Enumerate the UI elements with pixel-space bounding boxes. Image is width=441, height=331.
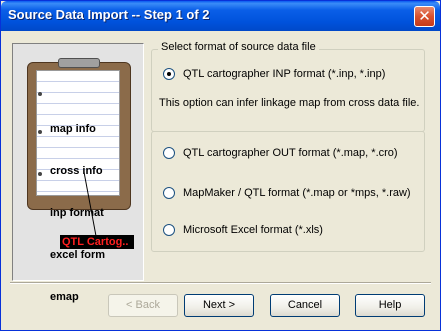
cancel-button[interactable]: Cancel [270, 294, 340, 317]
radio-button[interactable] [163, 187, 175, 199]
format-note: This option can infer linkage map from c… [159, 97, 420, 109]
next-button[interactable]: Next > [184, 294, 254, 317]
format-group-box [151, 49, 425, 132]
radio-option-mapmaker[interactable]: MapMaker / QTL format (*.map or *mps, *.… [163, 187, 411, 199]
back-button[interactable]: < Back [108, 294, 178, 317]
radio-label-excel[interactable]: Microsoft Excel format (*.xls) [183, 224, 323, 236]
format-group-legend: Select format of source data file [158, 41, 319, 53]
radio-button[interactable] [163, 224, 175, 236]
radio-option-inp[interactable]: QTL cartographer INP format (*.inp, *.in… [163, 68, 385, 80]
radio-option-excel[interactable]: Microsoft Excel format (*.xls) [163, 224, 323, 236]
help-button[interactable]: Help [355, 294, 425, 317]
radio-label-mapmaker[interactable]: MapMaker / QTL format (*.map or *mps, *.… [183, 187, 411, 199]
radio-label-out[interactable]: QTL cartographer OUT format (*.map, *.cr… [183, 147, 398, 159]
radio-option-out[interactable]: QTL cartographer OUT format (*.map, *.cr… [163, 147, 398, 159]
radio-label-inp[interactable]: QTL cartographer INP format (*.inp, *.in… [183, 68, 385, 80]
radio-button[interactable] [163, 147, 175, 159]
radio-button-selected[interactable] [163, 68, 175, 80]
qtl-cartographer-logo: QTL Cartog.. [60, 235, 134, 249]
button-separator [10, 282, 431, 284]
